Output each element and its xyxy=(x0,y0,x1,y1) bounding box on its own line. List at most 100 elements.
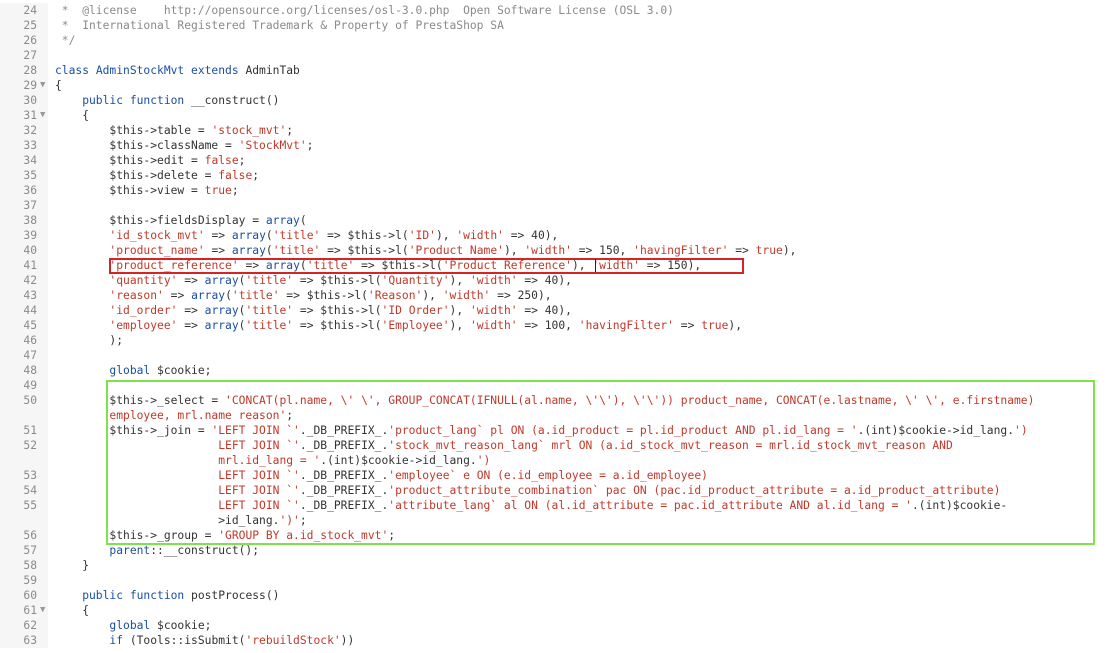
code-token: global xyxy=(55,364,158,377)
code-token: __construct() xyxy=(191,94,280,107)
line-code: $this->edit = false; xyxy=(55,153,245,168)
code-token: ), xyxy=(728,319,743,332)
code-token: $cookie; xyxy=(157,364,212,377)
code-token: => $this->l( xyxy=(320,229,409,242)
code-line[interactable]: 57 parent::__construct(); xyxy=(0,543,1111,558)
line-number: 27 xyxy=(23,49,37,62)
code-token: => $this->l( xyxy=(320,244,409,257)
code-token: => xyxy=(177,304,205,317)
code-line[interactable]: 24 * @license http://opensource.org/lice… xyxy=(0,3,1111,18)
line-code: $this->delete = false; xyxy=(55,168,259,183)
line-number: 59 xyxy=(23,574,37,587)
line-code: * @license http://opensource.org/license… xyxy=(55,3,674,18)
code-token: 'havingFilter' xyxy=(578,319,674,332)
code-token: global xyxy=(55,619,158,632)
line-number: 50 xyxy=(23,394,37,407)
line-code: } xyxy=(55,558,89,573)
line-number: 41 xyxy=(23,259,37,272)
code-line[interactable]: 60 public function postProcess() xyxy=(0,588,1111,603)
code-token: AdminStockMvt xyxy=(95,64,192,77)
code-line[interactable]: 42 'quantity' => array('title' => $this-… xyxy=(0,273,1111,288)
line-code: global $cookie; xyxy=(55,363,211,378)
code-line[interactable]: 58 } xyxy=(0,558,1111,573)
line-code: parent::__construct(); xyxy=(55,543,259,558)
code-line[interactable]: 59 xyxy=(0,573,1111,588)
code-line[interactable]: 38 $this->fieldsDisplay = array( xyxy=(0,213,1111,228)
line-number: 35 xyxy=(23,169,37,182)
line-number: 52 xyxy=(23,439,37,452)
code-line[interactable]: 31 ▼ { xyxy=(0,108,1111,123)
code-line[interactable]: 62 global $cookie; xyxy=(0,618,1111,633)
code-token: => xyxy=(163,289,192,302)
line-number: 25 xyxy=(23,19,37,32)
code-line[interactable]: 37 xyxy=(0,198,1111,213)
code-token: $this->delete = xyxy=(55,169,219,182)
code-token: } xyxy=(55,559,90,572)
line-number: 39 xyxy=(23,229,37,242)
line-number: 60 xyxy=(23,589,37,602)
code-token: ; xyxy=(286,124,294,137)
line-code: 'product_name' => array('title' => $this… xyxy=(55,243,796,258)
code-line[interactable]: 48 global $cookie; xyxy=(0,363,1111,378)
code-line[interactable]: 44 'id_order' => array('title' => $this-… xyxy=(0,303,1111,318)
code-token: ; xyxy=(238,154,246,167)
code-line[interactable]: 39 'id_stock_mvt' => array('title' => $t… xyxy=(0,228,1111,243)
code-token: ), xyxy=(782,244,797,257)
code-line[interactable]: 26 */ xyxy=(0,33,1111,48)
fold-arrow-icon[interactable]: ▼ xyxy=(40,603,48,618)
code-line[interactable]: 43 'reason' => array('title' => $this->l… xyxy=(0,288,1111,303)
line-number: 47 xyxy=(23,349,37,362)
code-line[interactable]: 32 $this->table = 'stock_mvt'; xyxy=(0,123,1111,138)
line-code: 'quantity' => array('title' => $this->l(… xyxy=(55,273,572,288)
code-line[interactable]: 46 ); xyxy=(0,333,1111,348)
code-token: 'stock_mvt' xyxy=(211,124,287,137)
code-line[interactable]: 25 * International Registered Trademark … xyxy=(0,18,1111,33)
code-line[interactable]: 27 xyxy=(0,48,1111,63)
code-token: 'id_order' xyxy=(109,304,178,317)
code-token: ), xyxy=(422,289,443,302)
code-token: $this->view = xyxy=(55,184,205,197)
fold-arrow-icon[interactable]: ▼ xyxy=(40,108,48,123)
code-line[interactable]: 47 xyxy=(0,348,1111,363)
code-token: 'rebuildStock' xyxy=(245,634,341,647)
line-code: { xyxy=(55,108,89,123)
code-line[interactable]: 45 'employee' => array('title' => $this-… xyxy=(0,318,1111,333)
code-token: (Tools::isSubmit( xyxy=(129,634,246,647)
code-line[interactable]: 33 $this->className = 'StockMvt'; xyxy=(0,138,1111,153)
code-line[interactable]: 63 if (Tools::isSubmit('rebuildStock')) xyxy=(0,633,1111,648)
code-token: 'Quantity' xyxy=(381,274,450,287)
line-number: 34 xyxy=(23,154,37,167)
fold-arrow-icon[interactable]: ▼ xyxy=(40,78,48,93)
code-token: 'width' xyxy=(442,289,491,302)
code-line[interactable]: 40 'product_name' => array('title' => $t… xyxy=(0,243,1111,258)
code-token: 'width' xyxy=(469,304,518,317)
line-code: public function __construct() xyxy=(55,93,279,108)
code-token: 'width' xyxy=(456,229,504,242)
line-number: 56 xyxy=(23,529,37,542)
code-token: 'width' xyxy=(469,319,518,332)
code-line[interactable]: 36 $this->view = true; xyxy=(0,183,1111,198)
code-token: $this->table = xyxy=(55,124,212,137)
code-token: 'Reason' xyxy=(367,289,423,302)
code-token: class xyxy=(55,64,96,77)
code-token: )) xyxy=(340,634,355,647)
line-number: 63 xyxy=(23,634,37,647)
code-token: 'StockMvt' xyxy=(238,139,307,152)
code-editor[interactable]: 24 * @license http://opensource.org/lice… xyxy=(0,3,1111,653)
code-token: ( xyxy=(265,244,273,257)
code-line[interactable]: 61 ▼ { xyxy=(0,603,1111,618)
code-line[interactable]: 29 ▼ { xyxy=(0,78,1111,93)
code-token: { xyxy=(55,604,90,617)
line-number: 24 xyxy=(23,4,37,17)
code-line[interactable]: 34 $this->edit = false; xyxy=(0,153,1111,168)
code-token: array xyxy=(265,214,300,227)
code-token: 'title' xyxy=(272,244,321,257)
line-number: 26 xyxy=(23,34,37,47)
code-line[interactable]: 30 public function __construct() xyxy=(0,93,1111,108)
code-line[interactable]: 35 $this->delete = false; xyxy=(0,168,1111,183)
line-code: public function postProcess() xyxy=(55,588,279,603)
code-token: $this->edit = xyxy=(55,154,205,167)
code-line[interactable]: 28 class AdminStockMvt extends AdminTab xyxy=(0,63,1111,78)
